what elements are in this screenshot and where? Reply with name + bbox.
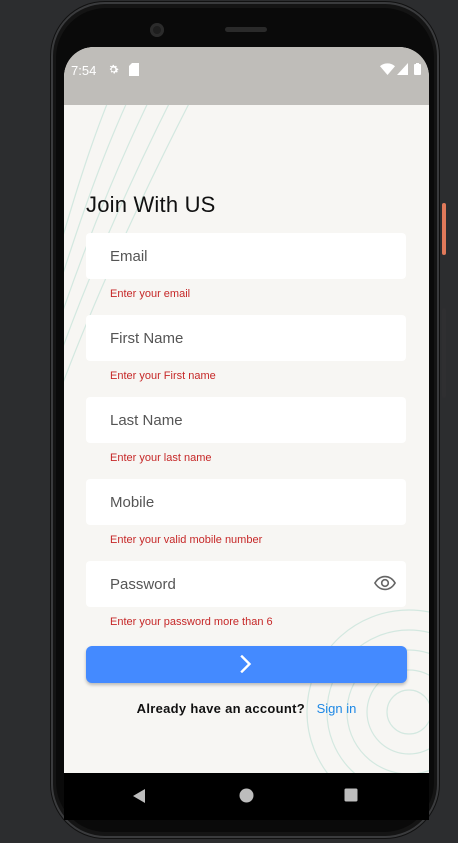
password-error-text: Enter your password more than 6 — [110, 616, 273, 628]
signin-row: Already have an account? Sign in — [64, 701, 429, 716]
signin-prompt: Already have an account? — [136, 701, 305, 716]
signin-link[interactable]: Sign in — [317, 701, 357, 716]
last-name-field-container — [86, 397, 406, 443]
front-camera-icon — [150, 23, 164, 37]
mobile-input[interactable] — [86, 479, 406, 525]
navigation-bar — [64, 773, 429, 820]
last-name-input[interactable] — [86, 397, 406, 443]
back-triangle-icon[interactable] — [132, 788, 146, 804]
home-circle-icon[interactable] — [239, 788, 254, 803]
earpiece-speaker — [225, 27, 267, 32]
first-name-input[interactable] — [86, 315, 406, 361]
recents-square-icon[interactable] — [344, 788, 358, 802]
last-name-error-text: Enter your last name — [110, 452, 212, 464]
password-field-container — [86, 561, 406, 607]
device-frame: 7:54 Join With US Enter your email — [0, 0, 458, 843]
chevron-right-icon — [240, 655, 252, 673]
wifi-icon — [380, 63, 395, 75]
volume-button[interactable] — [442, 308, 446, 398]
app-screen: 7:54 Join With US Enter your email — [64, 47, 429, 773]
first-name-field-container — [86, 315, 406, 361]
eye-icon[interactable] — [374, 574, 396, 592]
email-field-container — [86, 233, 406, 279]
status-time: 7:54 — [71, 63, 97, 78]
cellular-signal-icon — [397, 63, 408, 75]
mobile-error-text: Enter your valid mobile number — [110, 534, 263, 546]
email-error-text: Enter your email — [110, 288, 191, 300]
status-bar: 7:54 — [64, 47, 429, 105]
page-title: Join With US — [86, 192, 216, 217]
power-button[interactable] — [442, 203, 446, 255]
first-name-error-text: Enter your First name — [110, 370, 216, 382]
sd-card-icon — [129, 63, 139, 76]
submit-button[interactable] — [86, 646, 407, 683]
mobile-field-container — [86, 479, 406, 525]
battery-icon — [414, 63, 421, 75]
password-input[interactable] — [86, 561, 406, 607]
email-input[interactable] — [86, 233, 406, 279]
gear-icon — [109, 64, 119, 74]
